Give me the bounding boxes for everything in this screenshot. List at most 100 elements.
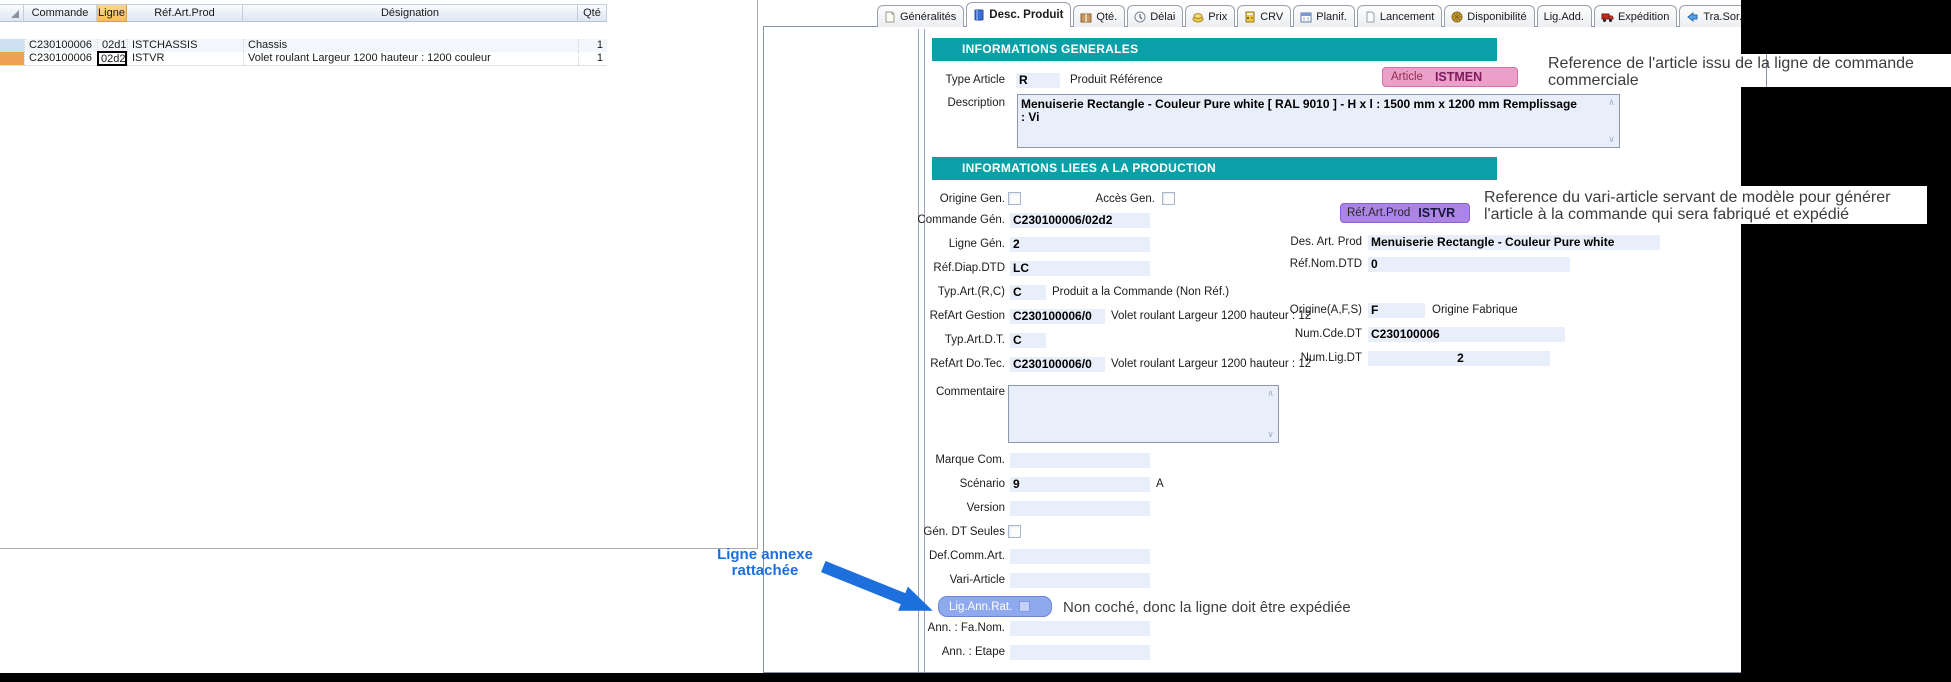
field-version[interactable] — [1010, 501, 1150, 516]
column-header-selector[interactable] — [0, 4, 24, 22]
label-marque-com: Marque Com. — [900, 453, 1005, 468]
field-r-f-nom-dtd[interactable]: 0 — [1368, 257, 1570, 272]
table-row[interactable]: C23010000602d1ISTCHASSISChassis1 — [0, 39, 607, 53]
cell-designation[interactable]: Volet roulant Largeur 1200 hauteur : 120… — [243, 52, 578, 65]
field-num-cde-dt[interactable]: C230100006 — [1368, 327, 1565, 342]
calculator-icon — [1244, 11, 1256, 23]
row-marker-cell — [0, 52, 24, 65]
field-refart-do-tec[interactable]: C230100006/0 — [1010, 357, 1105, 372]
field-sc-nario[interactable]: 9 — [1010, 477, 1150, 492]
scroll-up-icon[interactable]: ∧ — [1605, 97, 1618, 108]
description-textarea[interactable]: Menuiserie Rectangle - Couleur Pure whit… — [1017, 94, 1620, 148]
text-after-origine-a-f-s: Origine Fabrique — [1432, 303, 1518, 318]
scroll-down-icon[interactable]: ∨ — [1605, 134, 1618, 145]
field-refart-gestion[interactable]: C230100006/0 — [1010, 309, 1105, 324]
type-article-label: Type Article — [900, 73, 1005, 88]
cell-ref-art-prod[interactable]: ISTCHASSIS — [127, 39, 243, 52]
clock-icon — [1134, 11, 1146, 23]
tab-prix[interactable]: Prix — [1185, 5, 1235, 27]
scroll-down-icon[interactable]: ∨ — [1264, 429, 1277, 440]
tab-lig-add-[interactable]: Lig.Add. — [1537, 5, 1592, 27]
type-article-description: Produit Référence — [1070, 73, 1163, 88]
cell-designation[interactable]: Chassis — [243, 39, 578, 52]
cell-ligne[interactable]: 02d2 — [97, 51, 127, 66]
book-icon — [973, 9, 985, 21]
label-r-f-nom-dtd: Réf.Nom.DTD — [1250, 257, 1362, 272]
ref-article-line2: commerciale — [1548, 72, 1914, 89]
lig-ann-rat-button[interactable]: Lig.Ann.Rat. — [938, 596, 1052, 617]
field-typ-art-d-t[interactable]: C — [1010, 333, 1046, 348]
column-header-Ligne[interactable]: Ligne — [97, 4, 127, 22]
field-vari-article[interactable] — [1010, 573, 1150, 588]
column-header-Désignation[interactable]: Désignation — [243, 4, 578, 22]
page-icon — [1364, 11, 1376, 23]
tab-disponibilit-[interactable]: Disponibilité — [1444, 5, 1534, 27]
redaction-overlay — [1741, 224, 1951, 682]
label-def-comm-art: Def.Comm.Art. — [900, 549, 1005, 564]
field-commande-g-n[interactable]: C230100006/02d2 — [1010, 213, 1150, 228]
table-row[interactable]: C23010000602d2ISTVRVolet roulant Largeur… — [0, 52, 607, 66]
lig-ann-rat-note: Non coché, donc la ligne doit être expéd… — [1063, 599, 1351, 616]
type-article-field[interactable]: R — [1016, 73, 1060, 88]
field-origine-a-f-s[interactable]: F — [1368, 303, 1425, 318]
text-after-typ-art-r-c: Produit a la Commande (Non Réf.) — [1052, 285, 1229, 300]
order-lines-panel: CommandeLigneRéf.Art.ProdDésignationQté … — [0, 0, 758, 549]
label-sc-nario: Scénario — [900, 477, 1005, 492]
label-origine-a-f-s: Origine(A,F,S) — [1250, 303, 1362, 318]
tab-exp-dition[interactable]: Expédition — [1594, 5, 1677, 27]
label-typ-art-r-c: Typ.Art.(R,C) — [900, 285, 1005, 300]
redaction-overlay — [1741, 87, 1951, 189]
cell-ref-art-prod[interactable]: ISTVR — [127, 52, 243, 65]
tab-label: Disponibilité — [1467, 11, 1526, 23]
label-commentaire: Commentaire — [900, 385, 1005, 400]
cell-qte[interactable]: 1 — [578, 39, 607, 52]
field-ann-etape[interactable] — [1010, 645, 1150, 660]
tab-label: Lig.Add. — [1544, 11, 1584, 23]
checkbox-lig-ann-rat[interactable] — [1019, 601, 1030, 612]
tab-g-n-ralit-s[interactable]: Généralités — [877, 5, 964, 27]
textarea-commentaire[interactable]: ∧∨ — [1008, 385, 1279, 443]
tab-desc-produit[interactable]: Desc. Produit — [966, 2, 1071, 27]
column-header-Qté[interactable]: Qté — [578, 4, 607, 22]
tab-label: CRV — [1260, 11, 1283, 23]
checkbox-acc-s-gen[interactable] — [1162, 192, 1175, 205]
tab-tra-sor-[interactable]: Tra.Sor. — [1679, 5, 1750, 27]
tab-d-lai[interactable]: Délai — [1127, 5, 1183, 27]
column-header-Commande[interactable]: Commande — [24, 4, 97, 22]
tab-label: Expédition — [1618, 11, 1669, 23]
section-header-production: INFORMATIONS LIEES A LA PRODUCTION — [932, 157, 1497, 180]
tab-crv[interactable]: CRV — [1237, 5, 1291, 27]
redaction-overlay — [0, 673, 1951, 682]
tab-lancement[interactable]: Lancement — [1357, 5, 1442, 27]
tab-label: Desc. Produit — [989, 9, 1063, 21]
cell-qte[interactable]: 1 — [578, 52, 607, 65]
field-ligne-g-n[interactable]: 2 — [1010, 237, 1150, 252]
wheel-icon — [1451, 11, 1463, 23]
tab-label: Délai — [1150, 11, 1175, 23]
ref-art-prod-badge[interactable]: Réf.Art.ProdISTVR — [1340, 203, 1470, 223]
field-r-f-diap-dtd[interactable]: LC — [1010, 261, 1150, 276]
field-def-comm-art[interactable] — [1010, 549, 1150, 564]
lig-ann-rat-label: Lig.Ann.Rat. — [949, 601, 1012, 613]
cell-commande[interactable]: C230100006 — [24, 39, 97, 52]
money-icon — [1192, 11, 1204, 23]
field-typ-art-r-c[interactable]: C — [1010, 285, 1046, 300]
article-badge-label: Article — [1391, 71, 1423, 83]
tab-planif-[interactable]: Planif. — [1293, 5, 1355, 27]
article-badge[interactable]: Article ISTMEN — [1382, 67, 1518, 87]
field-marque-com[interactable] — [1010, 453, 1150, 468]
field-des-art-prod[interactable]: Menuiserie Rectangle - Couleur Pure whit… — [1368, 235, 1660, 250]
checkbox-g-n-dt-seules[interactable] — [1008, 525, 1021, 538]
checkbox-origine-gen[interactable] — [1008, 192, 1021, 205]
ref-article-line1: Reference de l'article issu de la ligne … — [1548, 55, 1914, 72]
tab-label: Lancement — [1380, 11, 1434, 23]
description-label: Description — [900, 96, 1005, 111]
scroll-up-icon[interactable]: ∧ — [1264, 388, 1277, 399]
cell-commande[interactable]: C230100006 — [24, 52, 97, 65]
tab-strip: Généralités Desc. Produit Qté. Délai Prix CRV… — [877, 4, 1752, 27]
truck-icon — [1601, 11, 1614, 23]
column-header-Réf.Art.Prod[interactable]: Réf.Art.Prod — [127, 4, 243, 22]
field-ann-fa-nom[interactable] — [1010, 621, 1150, 636]
field-num-lig-dt[interactable]: 2 — [1368, 351, 1550, 366]
tab-qt-[interactable]: Qté. — [1073, 5, 1125, 27]
